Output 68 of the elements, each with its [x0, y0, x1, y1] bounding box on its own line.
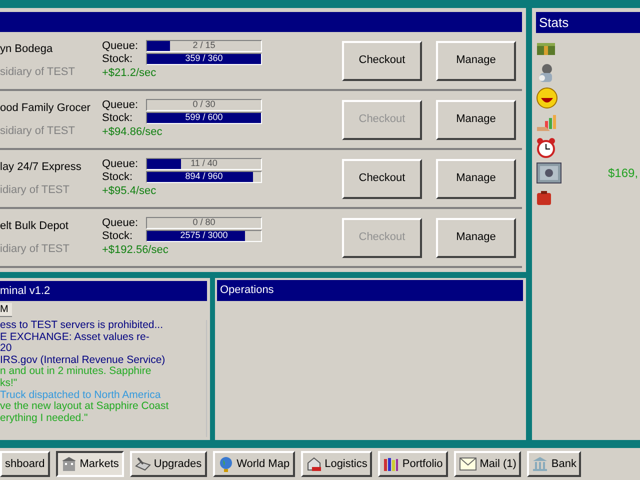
income-rate: +$192.56/sec [102, 243, 170, 258]
store-name: yn Bodega [0, 42, 54, 57]
stock-label: Stock: [102, 170, 134, 184]
log-line: ve the new layout at Sapphire Coast [0, 401, 170, 413]
scanner-icon [134, 456, 151, 472]
taskbar-button[interactable]: Upgrades [130, 451, 207, 477]
house-truck-icon [306, 456, 322, 472]
manage-button[interactable]: Manage [436, 100, 516, 140]
manage-button[interactable]: Manage [436, 218, 516, 258]
progress-text: 359 / 360 [184, 54, 224, 64]
store-subtitle: idiary of TEST [0, 242, 70, 256]
safe-icon [536, 162, 562, 184]
taskbar-button[interactable]: shboard [0, 451, 50, 477]
checkout-button[interactable]: Checkout [342, 158, 422, 198]
income-rate: +$95.4/sec [102, 184, 158, 200]
progress-text: 2 / 15 [192, 40, 216, 51]
stock-label: Stock: [102, 228, 134, 244]
log-line: erything I needed." [0, 412, 89, 424]
globe-icon [218, 456, 234, 472]
progress-text: 894 / 960 [184, 172, 224, 182]
store-subtitle: idiary of TEST [0, 182, 70, 198]
progress-text: 599 / 600 [184, 112, 224, 123]
store-subtitle: sidiary of TEST [0, 124, 76, 138]
stat-value: $169, [608, 165, 638, 182]
progress-text: 11 / 40 [190, 158, 218, 169]
stock-label: Stock: [102, 110, 134, 126]
queue-label: Queue: [102, 38, 140, 54]
income-rate: +$94.86/sec [102, 125, 164, 140]
store-subtitle: sidiary of TEST [0, 64, 76, 80]
stock-label: Stock: [102, 52, 134, 66]
store-name: elt Bulk Depot [0, 219, 70, 234]
taskbar-button[interactable]: Mail (1) [454, 451, 522, 477]
log-line: E EXCHANGE: Asset values re- [0, 332, 150, 344]
queue-label: Queue: [102, 216, 140, 230]
alarm-clock-icon [536, 137, 556, 159]
log-line: Truck dispatched to North America [0, 390, 162, 401]
queue-label: Queue: [102, 156, 140, 172]
log-line: n and out in 2 minutes. Sapphire [0, 366, 152, 378]
panel-title: minal v1.2 [0, 284, 50, 299]
log-line: ks!" [0, 378, 18, 390]
taskbar-button[interactable]: Markets [56, 451, 124, 477]
envelope-icon [458, 457, 477, 471]
panel-title: Operations [220, 283, 274, 298]
manage-button[interactable]: Manage [436, 40, 516, 80]
smiley-icon [536, 87, 558, 109]
chart-hand-icon [536, 113, 558, 133]
progress-text: 2575 / 3000 [179, 230, 229, 241]
taskbar-button[interactable]: Logistics [300, 451, 372, 477]
panel-title: Stats [539, 14, 569, 32]
queue-label: Queue: [102, 98, 140, 112]
checkout-button[interactable]: Checkout [342, 40, 422, 80]
income-rate: +$21.2/sec [102, 66, 158, 82]
briefcase-icon [536, 190, 552, 206]
terminal-tab[interactable]: M [0, 303, 12, 317]
building-icon [60, 456, 77, 472]
bank-icon [532, 456, 548, 472]
store-name: lay 24/7 Express [0, 160, 82, 175]
taskbar-button[interactable]: Portfolio [378, 451, 448, 477]
log-line: ess to TEST servers is prohibited... [0, 320, 164, 332]
progress-text: 0 / 80 [192, 218, 216, 228]
log-line: 20 [0, 343, 13, 355]
taskbar-button[interactable]: World Map [212, 451, 295, 477]
manage-button[interactable]: Manage [436, 158, 516, 198]
taskbar-button[interactable]: Bank [527, 451, 582, 477]
store-name: ood Family Grocer [0, 101, 92, 116]
log-line: IRS.gov (Internal Revenue Service) [0, 354, 166, 366]
books-icon [383, 456, 400, 472]
progress-text: 0 / 30 [192, 100, 216, 110]
